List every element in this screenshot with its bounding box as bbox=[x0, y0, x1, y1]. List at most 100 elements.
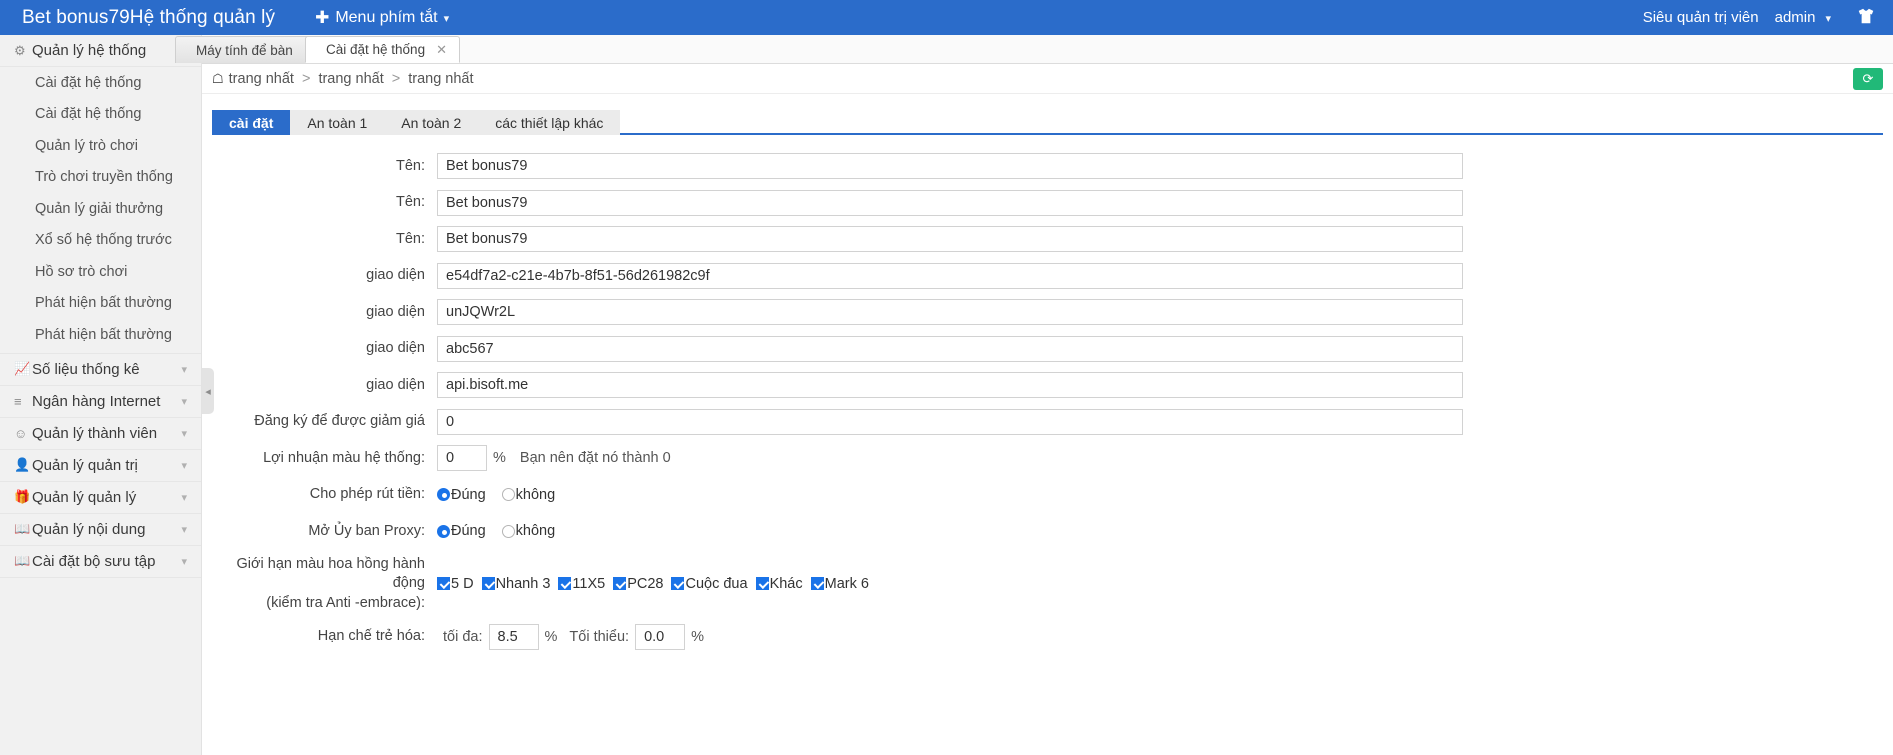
form-row-ten-2: Tên: bbox=[212, 189, 1893, 216]
ten-input-1[interactable] bbox=[437, 153, 1463, 179]
sidebar: ⚙ Quản lý hệ thống ▾ Cài đặt hệ thống Cà… bbox=[0, 35, 202, 755]
form-row-giao-dien-3: giao diện bbox=[212, 335, 1893, 362]
dang-ky-giam-gia-input[interactable] bbox=[437, 408, 1463, 435]
giao-dien-input-3[interactable] bbox=[437, 335, 1463, 362]
giao-dien-input-4[interactable] bbox=[437, 372, 1463, 398]
top-bar-right: Siêu quản trị viên admin ▾ bbox=[1643, 8, 1875, 28]
tab-an-toan-1[interactable]: An toàn 1 bbox=[290, 110, 385, 135]
sidebar-group-quan-ly-thanh-vien[interactable]: ☺ Quản lý thành viên ▾ bbox=[0, 417, 201, 450]
shortcut-menu-button[interactable]: ✚ Menu phím tắt ▾ bbox=[315, 9, 449, 27]
breadcrumb-item-3[interactable]: trang nhất bbox=[408, 71, 473, 87]
sidebar-group-label: Số liệu thống kê bbox=[32, 360, 140, 378]
field-label: Hạn chế trẻ hóa: bbox=[317, 628, 425, 645]
chevron-down-icon: ▾ bbox=[181, 491, 187, 504]
field-label: Đăng ký để được giảm giá bbox=[254, 413, 425, 430]
refresh-button[interactable]: ⟳ bbox=[1853, 68, 1883, 90]
han-che-max-input[interactable] bbox=[488, 623, 539, 650]
commission-checkbox-khac[interactable]: Khác bbox=[755, 575, 803, 592]
sidebar-item-quan-ly-tro-choi[interactable]: Quản lý trò chơi bbox=[0, 130, 201, 162]
page-tab-label: Máy tính để bàn bbox=[196, 42, 293, 58]
checkbox-label: 5 D bbox=[451, 575, 474, 592]
page-tab-label: Cài đặt hệ thống bbox=[326, 42, 426, 57]
field-label-line1: Giới hạn màu hoa hồng hành động bbox=[236, 555, 425, 592]
chevron-down-icon[interactable]: ▾ bbox=[1825, 12, 1831, 25]
commission-checkbox-pc28[interactable]: PC28 bbox=[613, 576, 663, 592]
breadcrumb-item-2[interactable]: trang nhất bbox=[318, 71, 383, 87]
commission-checkbox-5d[interactable]: 5 D bbox=[437, 576, 474, 592]
sidebar-group-ngan-hang-internet[interactable]: ≡ Ngân hàng Internet ▾ bbox=[0, 385, 201, 418]
han-che-min-input[interactable] bbox=[635, 623, 686, 650]
field-label: Tên: bbox=[395, 194, 425, 211]
radio-label: không bbox=[515, 523, 556, 539]
sidebar-group-quan-ly-quan-ly[interactable]: 🎁 Quản lý quản lý ▾ bbox=[0, 481, 201, 514]
checkbox-label: Cuộc đua bbox=[685, 575, 748, 592]
rut-tien-radio-yes[interactable]: Đúng bbox=[437, 487, 486, 503]
refresh-icon: ⟳ bbox=[1862, 71, 1874, 86]
form-row-loi-nhuan: Lợi nhuận màu hệ thống: % Bạn nên đặt nó… bbox=[212, 445, 1893, 471]
commission-checkbox-mark-6[interactable]: Mark 6 bbox=[810, 575, 869, 592]
commission-checkbox-nhanh-3[interactable]: Nhanh 3 bbox=[481, 576, 550, 592]
sidebar-item-phat-hien-bat-thuong-1[interactable]: Phát hiện bất thường bbox=[0, 288, 201, 320]
giao-dien-input-1[interactable] bbox=[437, 262, 1463, 289]
checkbox-checked-icon bbox=[810, 577, 824, 591]
sidebar-item-ho-so-tro-choi[interactable]: Hồ sơ trò chơi bbox=[0, 256, 201, 288]
form-row-han-che-tre-hoa: Hạn chế trẻ hóa: tối đa: % Tối thiểu: % bbox=[212, 623, 1893, 650]
tab-an-toan-2[interactable]: An toàn 2 bbox=[384, 110, 479, 135]
commission-checkbox-cuoc-dua[interactable]: Cuộc đua bbox=[671, 575, 748, 592]
sidebar-item-xo-so-he-thong-truoc[interactable]: Xổ số hệ thống trước bbox=[0, 225, 201, 257]
breadcrumb-item-1[interactable]: trang nhất bbox=[229, 71, 294, 87]
page-tab-may-tinh-de-ban[interactable]: Máy tính để bàn bbox=[175, 36, 314, 63]
sidebar-group-cai-dat-bo-suu-tap[interactable]: 📖 Cài đặt bộ sưu tập ▾ bbox=[0, 545, 201, 578]
sidebar-group-quan-ly-noi-dung[interactable]: 📖 Quản lý nội dung ▾ bbox=[0, 513, 201, 546]
tab-cac-thiet-lap-khac[interactable]: các thiết lập khác bbox=[478, 110, 621, 135]
chevron-down-icon: ▾ bbox=[181, 427, 187, 440]
sidebar-collapse-handle[interactable]: ◂ bbox=[202, 368, 214, 414]
breadcrumb-separator: > bbox=[301, 70, 311, 87]
commission-checkbox-11x5[interactable]: 11X5 bbox=[558, 576, 605, 592]
proxy-radio-no[interactable]: không bbox=[501, 523, 556, 539]
form-row-ten-3: Tên: bbox=[212, 226, 1893, 252]
breadcrumb: ☖ trang nhất > trang nhất > trang nhất ⟳ bbox=[202, 64, 1893, 94]
sidebar-group-quan-ly-he-thong[interactable]: ⚙ Quản lý hệ thống ▾ bbox=[0, 35, 201, 67]
plus-icon: ✚ bbox=[315, 8, 330, 27]
form-row-mo-uy-ban-proxy: Mở Ủy ban Proxy: Đúng không bbox=[212, 518, 1893, 544]
sidebar-item-cai-dat-he-thong-1[interactable]: Cài đặt hệ thống bbox=[0, 67, 201, 99]
percent-label: % bbox=[691, 628, 704, 645]
sidebar-item-cai-dat-he-thong-2[interactable]: Cài đặt hệ thống bbox=[0, 99, 201, 131]
field-label: Tên: bbox=[395, 230, 425, 247]
shirt-icon[interactable] bbox=[1857, 8, 1875, 28]
chevron-down-icon: ▾ bbox=[181, 555, 187, 568]
form-row-gioi-han-hoa-hong: Giới hạn màu hoa hồng hành động (kiểm tr… bbox=[212, 555, 1893, 614]
breadcrumb-separator: > bbox=[391, 70, 401, 87]
field-label: giao diện bbox=[366, 267, 425, 284]
checkbox-label: PC28 bbox=[627, 575, 664, 592]
home-icon: ☖ bbox=[212, 70, 224, 86]
field-label: Tên: bbox=[395, 157, 425, 174]
giao-dien-input-2[interactable] bbox=[437, 299, 1463, 325]
proxy-radio-yes[interactable]: Đúng bbox=[437, 523, 486, 539]
settings-tab-nav: cài đặt An toàn 1 An toàn 2 các thiết lậ… bbox=[212, 110, 1883, 135]
admin-menu-button[interactable]: admin bbox=[1775, 9, 1816, 26]
checkbox-label: Mark 6 bbox=[824, 575, 869, 592]
radio-unselected-icon bbox=[501, 488, 515, 501]
ten-input-3[interactable] bbox=[437, 226, 1463, 252]
field-label: Lợi nhuận màu hệ thống: bbox=[263, 449, 425, 466]
top-bar: Bet bonus79Hệ thống quản lý ✚ Menu phím … bbox=[0, 0, 1893, 35]
tab-cai-dat[interactable]: cài đặt bbox=[212, 110, 291, 135]
sidebar-item-quan-ly-giai-thuong[interactable]: Quản lý giải thưởng bbox=[0, 193, 201, 225]
rut-tien-radio-no[interactable]: không bbox=[501, 487, 555, 503]
ten-input-2[interactable] bbox=[437, 189, 1463, 216]
page-tab-cai-dat-he-thong[interactable]: Cài đặt hệ thống ✕ bbox=[305, 36, 461, 63]
sidebar-group-quan-ly-quan-tri[interactable]: 👤 Quản lý quản trị ▾ bbox=[0, 449, 201, 482]
close-icon[interactable]: ✕ bbox=[436, 42, 447, 58]
loi-nhuan-input[interactable] bbox=[437, 445, 487, 471]
list-icon: ≡ bbox=[14, 393, 22, 409]
sidebar-group-label: Quản lý nội dung bbox=[32, 520, 146, 538]
sidebar-item-phat-hien-bat-thuong-2[interactable]: Phát hiện bất thường bbox=[0, 319, 201, 351]
chevron-down-icon: ▾ bbox=[181, 395, 187, 408]
sidebar-group-so-lieu-thong-ke[interactable]: 📈 Số liệu thống kê ▾ bbox=[0, 353, 201, 386]
sidebar-group-label: Quản lý quản trị bbox=[32, 456, 138, 474]
checkbox-label: Khác bbox=[769, 575, 803, 592]
percent-label: % bbox=[493, 450, 506, 466]
sidebar-item-tro-choi-truyen-thong[interactable]: Trò chơi truyền thống bbox=[0, 162, 201, 194]
